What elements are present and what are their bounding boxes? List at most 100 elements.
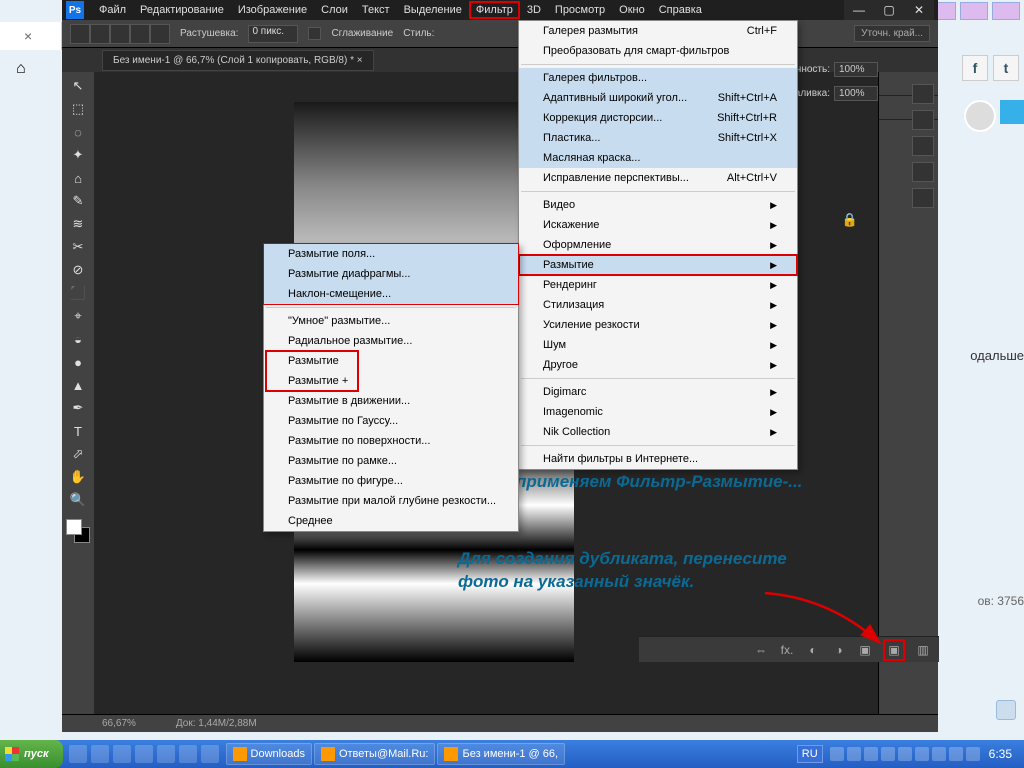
zoom-level[interactable]: 66,67%: [102, 718, 136, 729]
submenu-item[interactable]: Размытие по поверхности...: [264, 431, 518, 451]
menu-3d[interactable]: 3D: [520, 1, 548, 19]
menu-item[interactable]: Пластика...Shift+Ctrl+X: [519, 128, 797, 148]
menu-фильтр[interactable]: Фильтр: [469, 1, 520, 19]
tool-button[interactable]: ✦: [66, 145, 90, 165]
tray-icon[interactable]: [898, 747, 912, 761]
menu-item[interactable]: Искажение▶: [519, 215, 797, 235]
document-tab[interactable]: Без имени-1 @ 66,7% (Слой 1 копировать, …: [102, 50, 374, 71]
sel-int-icon[interactable]: [150, 24, 170, 44]
submenu-item[interactable]: Размытие диафрагмы...: [264, 264, 518, 284]
taskbar-item[interactable]: Downloads: [226, 743, 312, 765]
swatches-panel-icon[interactable]: [912, 188, 934, 208]
tray-icon[interactable]: [830, 747, 844, 761]
menu-item[interactable]: Адаптивный широкий угол...Shift+Ctrl+A: [519, 88, 797, 108]
home-icon[interactable]: ⌂: [16, 60, 26, 78]
menu-item[interactable]: Digimarc▶: [519, 382, 797, 402]
bg-max-icon[interactable]: [960, 2, 988, 20]
quicklaunch-icon[interactable]: [135, 745, 153, 763]
maximize-button[interactable]: ▢: [874, 0, 904, 20]
phone-icon[interactable]: [996, 700, 1016, 720]
tool-button[interactable]: ✂: [66, 237, 90, 257]
tool-button[interactable]: ✒: [66, 398, 90, 418]
sel-sub-icon[interactable]: [130, 24, 150, 44]
facebook-icon[interactable]: f: [962, 55, 988, 81]
menu-изображение[interactable]: Изображение: [231, 1, 314, 19]
menu-item[interactable]: Другое▶: [519, 355, 797, 375]
bg-close-icon[interactable]: [992, 2, 1020, 20]
marquee-icon[interactable]: [70, 24, 90, 44]
tray-icon[interactable]: [847, 747, 861, 761]
refine-edge-button[interactable]: Уточн. край...: [854, 25, 930, 42]
submenu-item[interactable]: Размытие по Гауссу...: [264, 411, 518, 431]
menu-справка[interactable]: Справка: [652, 1, 709, 19]
tool-button[interactable]: ≋: [66, 214, 90, 234]
menu-item[interactable]: Исправление перспективы...Alt+Ctrl+V: [519, 168, 797, 188]
tray-icon[interactable]: [949, 747, 963, 761]
tool-button[interactable]: ⬀: [66, 444, 90, 464]
menu-item[interactable]: Усиление резкости▶: [519, 315, 797, 335]
tool-button[interactable]: ↖: [66, 76, 90, 96]
tray-icon[interactable]: [915, 747, 929, 761]
channels-panel-icon[interactable]: [912, 110, 934, 130]
menu-окно[interactable]: Окно: [612, 1, 652, 19]
clock[interactable]: 6:35: [983, 747, 1018, 761]
tool-button[interactable]: ⌖: [66, 306, 90, 326]
quicklaunch-icon[interactable]: [157, 745, 175, 763]
menu-item[interactable]: Imagenomic▶: [519, 402, 797, 422]
menu-item[interactable]: Галерея фильтров...: [519, 68, 797, 88]
menu-item[interactable]: Найти фильтры в Интернете...: [519, 449, 797, 469]
taskbar-item[interactable]: Без имени-1 @ 66,: [437, 743, 565, 765]
menu-редактирование[interactable]: Редактирование: [133, 1, 231, 19]
quicklaunch-icon[interactable]: [113, 745, 131, 763]
tool-button[interactable]: ▲: [66, 375, 90, 395]
opacity-input[interactable]: 100%: [834, 62, 878, 77]
twitter-icon[interactable]: t: [993, 55, 1019, 81]
submenu-item[interactable]: Размытие по фигуре...: [264, 471, 518, 491]
tool-button[interactable]: T: [66, 421, 90, 441]
tool-button[interactable]: ⊘: [66, 260, 90, 280]
menu-item[interactable]: Видео▶: [519, 195, 797, 215]
start-button[interactable]: пуск: [0, 740, 63, 768]
quicklaunch-icon[interactable]: [91, 745, 109, 763]
history-panel-icon[interactable]: [912, 136, 934, 156]
menu-item[interactable]: Размытие▶: [519, 255, 797, 275]
menu-файл[interactable]: Файл: [92, 1, 133, 19]
menu-слои[interactable]: Слои: [314, 1, 355, 19]
submenu-item[interactable]: Размытие: [266, 351, 358, 371]
tool-button[interactable]: ●: [66, 352, 90, 372]
close-button[interactable]: ✕: [904, 0, 934, 20]
menu-item[interactable]: Рендеринг▶: [519, 275, 797, 295]
tray-icon[interactable]: [864, 747, 878, 761]
menu-item[interactable]: Шум▶: [519, 335, 797, 355]
tray-icon[interactable]: [881, 747, 895, 761]
avatar[interactable]: [964, 100, 996, 132]
cloud-icon[interactable]: [1000, 100, 1024, 124]
menu-item[interactable]: Стилизация▶: [519, 295, 797, 315]
taskbar-item[interactable]: Ответы@Mail.Ru:: [314, 743, 436, 765]
quicklaunch-icon[interactable]: [69, 745, 87, 763]
submenu-item[interactable]: "Умное" размытие...: [264, 311, 518, 331]
tool-button[interactable]: ⬚: [66, 99, 90, 119]
submenu-item[interactable]: Размытие в движении...: [264, 391, 518, 411]
menu-текст[interactable]: Текст: [355, 1, 397, 19]
language-indicator[interactable]: RU: [797, 745, 823, 763]
browser-tab-close-icon[interactable]: ×: [24, 28, 32, 44]
tray-icon[interactable]: [966, 747, 980, 761]
feather-input[interactable]: 0 пикс.: [248, 25, 298, 43]
submenu-item[interactable]: Размытие по рамке...: [264, 451, 518, 471]
tool-button[interactable]: ⌂: [66, 168, 90, 188]
quicklaunch-icon[interactable]: [201, 745, 219, 763]
menu-item[interactable]: Коррекция дисторсии...Shift+Ctrl+R: [519, 108, 797, 128]
tool-button[interactable]: 🔍: [66, 490, 90, 510]
submenu-item[interactable]: Размытие при малой глубине резкости...: [264, 491, 518, 511]
menu-item[interactable]: Nik Collection▶: [519, 422, 797, 442]
tool-button[interactable]: ⬛: [66, 283, 90, 303]
tray-icon[interactable]: [932, 747, 946, 761]
tool-button[interactable]: ◒: [66, 329, 90, 349]
tool-button[interactable]: ◌: [66, 122, 90, 142]
fg-color-swatch[interactable]: [66, 519, 82, 535]
menu-item[interactable]: Галерея размытияCtrl+F: [519, 21, 797, 41]
menu-item[interactable]: Преобразовать для смарт-фильтров: [519, 41, 797, 61]
submenu-item[interactable]: Наклон-смещение...: [264, 284, 518, 304]
fx-panel-icon[interactable]: [912, 162, 934, 182]
